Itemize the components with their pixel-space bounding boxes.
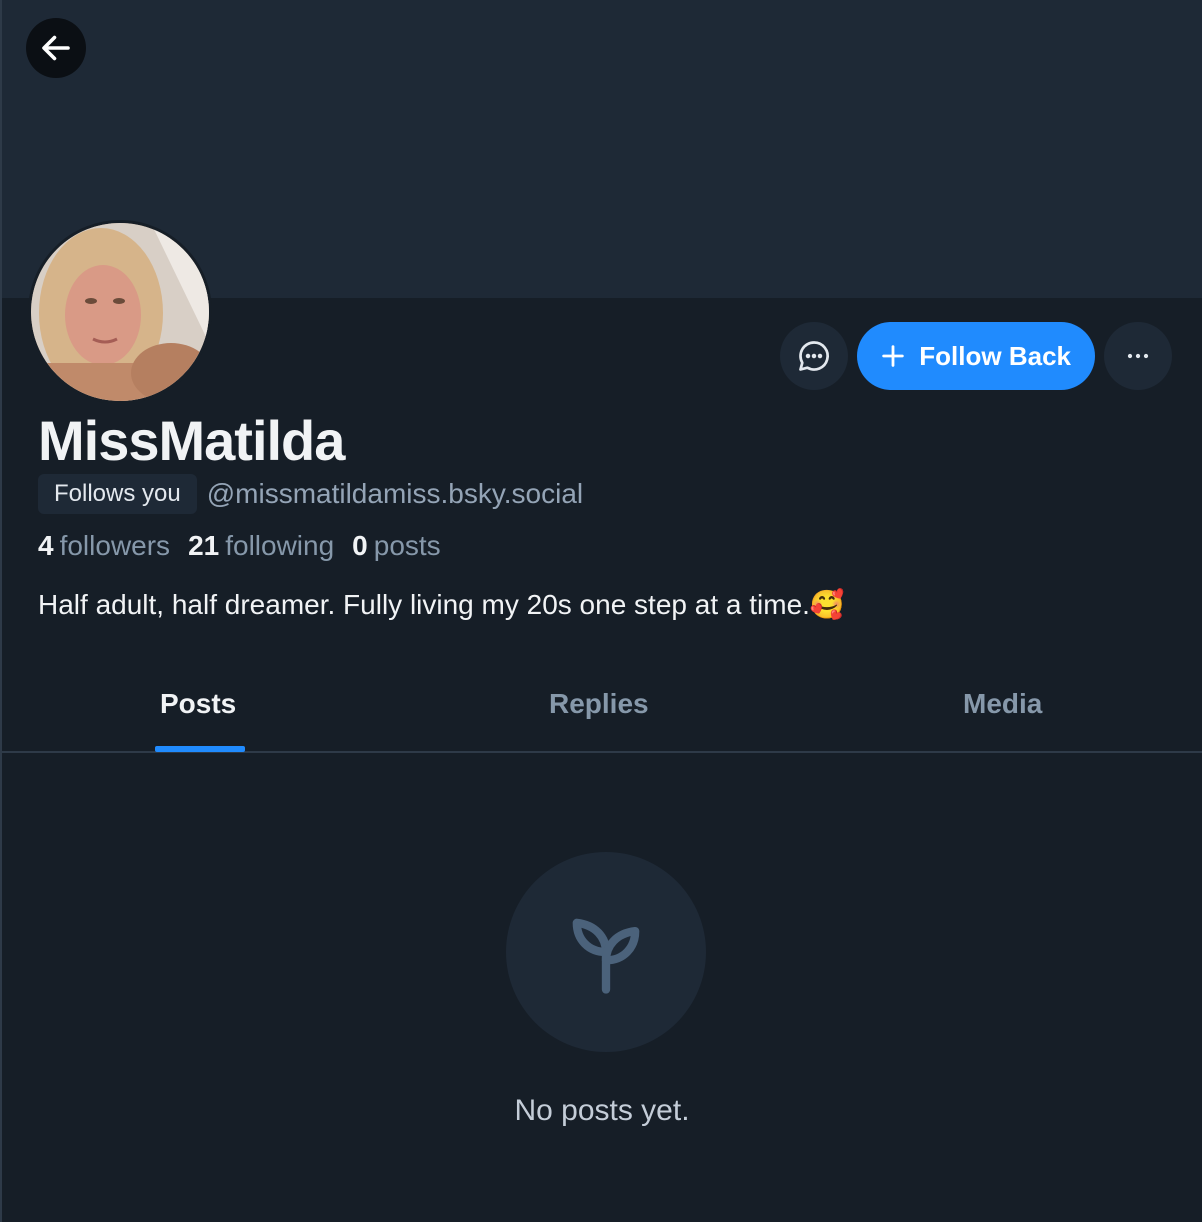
avatar-image (31, 223, 209, 401)
seedling-icon (572, 918, 640, 994)
posts-count: 0 (352, 530, 368, 561)
empty-state-message: No posts yet. (514, 1094, 690, 1127)
chat-bubble-icon (799, 341, 830, 371)
profile-actions: Follow Back (780, 322, 1172, 390)
posts-label: posts (373, 530, 441, 561)
following-stat[interactable]: 21 following (188, 530, 334, 562)
followers-stat[interactable]: 4 followers (38, 530, 170, 562)
tab-media[interactable]: Media (963, 688, 1042, 720)
active-tab-indicator (155, 746, 245, 752)
plus-icon (882, 345, 905, 367)
following-label: following (225, 530, 335, 561)
followers-label: followers (59, 530, 171, 561)
message-button[interactable] (780, 322, 849, 390)
arrow-left-icon (42, 35, 70, 61)
tab-replies[interactable]: Replies (549, 688, 649, 720)
profile-bio: Half adult, half dreamer. Fully living m… (38, 589, 845, 620)
profile-page: Follow Back MissMatilda Follows you @mis… (0, 0, 1202, 1222)
more-options-button[interactable] (1104, 322, 1172, 390)
tab-posts[interactable]: Posts (160, 688, 236, 720)
back-button[interactable] (26, 18, 86, 78)
following-count: 21 (188, 530, 220, 561)
handle[interactable]: @missmatildamiss.bsky.social (207, 478, 583, 510)
posts-stat: 0 posts (352, 530, 441, 562)
profile-meta: Follows you @missmatildamiss.bsky.social (38, 474, 583, 514)
display-name: MissMatilda (38, 409, 345, 472)
avatar[interactable] (28, 220, 212, 404)
follows-you-badge: Follows you (38, 474, 197, 514)
follow-back-button[interactable]: Follow Back (857, 322, 1095, 390)
followers-count: 4 (38, 530, 54, 561)
follow-back-label: Follow Back (919, 340, 1071, 371)
more-horizontal-icon (1127, 353, 1149, 359)
profile-stats: 4 followers 21 following 0 posts (38, 530, 441, 562)
profile-tabs: Posts Replies Media (2, 660, 1202, 753)
empty-state-icon-circle (506, 852, 706, 1052)
